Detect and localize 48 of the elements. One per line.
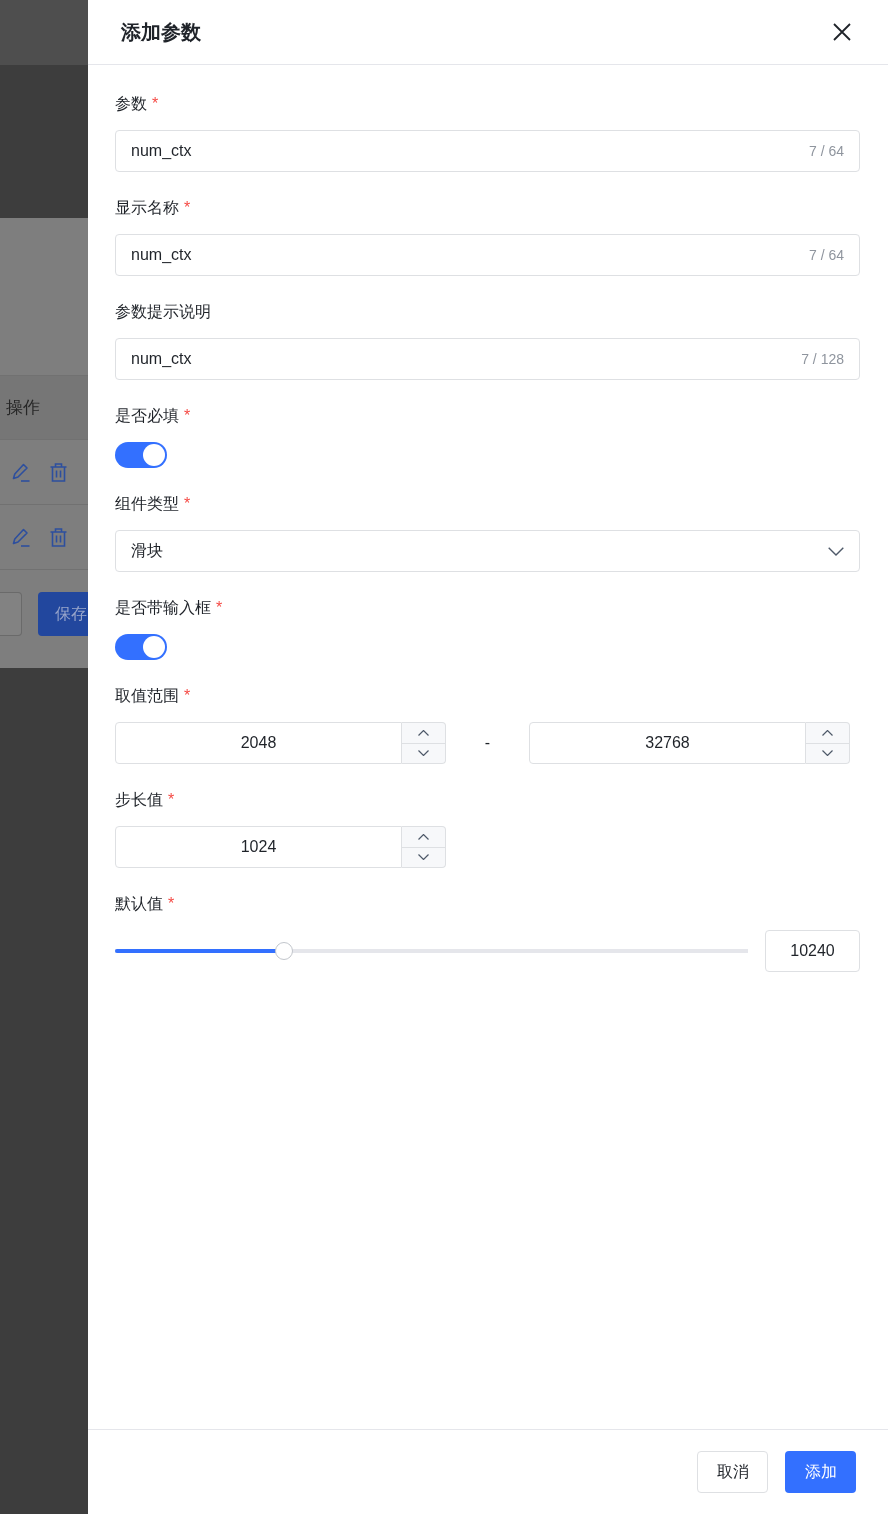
field-label: 显示名称 *: [115, 199, 191, 216]
chevron-up-icon: [418, 833, 429, 840]
field-label: 是否必填 *: [115, 407, 191, 424]
number-input[interactable]: 2048: [115, 722, 402, 764]
toggle-switch[interactable]: [115, 442, 167, 468]
chevron-down-icon: [828, 546, 844, 556]
trash-icon[interactable]: [50, 462, 67, 482]
increment-button[interactable]: [806, 722, 850, 744]
add-button[interactable]: 添加: [785, 1451, 856, 1493]
character-count: 7 / 64: [808, 143, 844, 159]
decrement-button[interactable]: [806, 743, 850, 764]
field-label: 默认值 *: [115, 895, 175, 912]
text-input[interactable]: num_ctx 7 / 64: [115, 130, 860, 172]
character-count: 7 / 128: [801, 351, 844, 367]
number-input[interactable]: 10240: [765, 930, 860, 972]
decrement-button[interactable]: [402, 847, 446, 868]
number-input[interactable]: 1024: [115, 826, 402, 868]
chevron-down-icon: [822, 750, 833, 757]
field-label: 步长值 *: [115, 791, 175, 808]
text-input[interactable]: num_ctx 7 / 64: [115, 234, 860, 276]
text-input[interactable]: num_ctx 7 / 128: [115, 338, 860, 380]
select-dropdown[interactable]: 滑块: [115, 530, 860, 572]
chevron-down-icon: [418, 750, 429, 757]
increment-button[interactable]: [402, 722, 446, 744]
decrement-button[interactable]: [402, 743, 446, 764]
field-label: 取值范围 *: [115, 687, 191, 704]
field-label: 组件类型 *: [115, 495, 191, 512]
chevron-up-icon: [822, 729, 833, 736]
range-separator: -: [484, 734, 491, 752]
toggle-switch[interactable]: [115, 634, 167, 660]
field-label: 参数提示说明: [115, 303, 211, 320]
character-count: 7 / 64: [808, 247, 844, 263]
number-input[interactable]: 32768: [529, 722, 806, 764]
trash-icon[interactable]: [50, 527, 67, 547]
drawer-title: 添加参数: [121, 19, 201, 45]
close-icon[interactable]: [833, 23, 851, 41]
save-button[interactable]: 保存: [38, 592, 88, 636]
secondary-button[interactable]: [0, 592, 22, 636]
slider-thumb[interactable]: [275, 942, 293, 960]
chevron-up-icon: [418, 729, 429, 736]
field-label: 是否带输入框 *: [115, 599, 223, 616]
column-header: 操作: [0, 375, 88, 440]
field-label: 参数 *: [115, 95, 159, 112]
pencil-icon[interactable]: [12, 527, 30, 547]
pencil-icon[interactable]: [12, 462, 30, 482]
chevron-down-icon: [418, 854, 429, 861]
increment-button[interactable]: [402, 826, 446, 848]
cancel-button[interactable]: 取消: [697, 1451, 768, 1493]
